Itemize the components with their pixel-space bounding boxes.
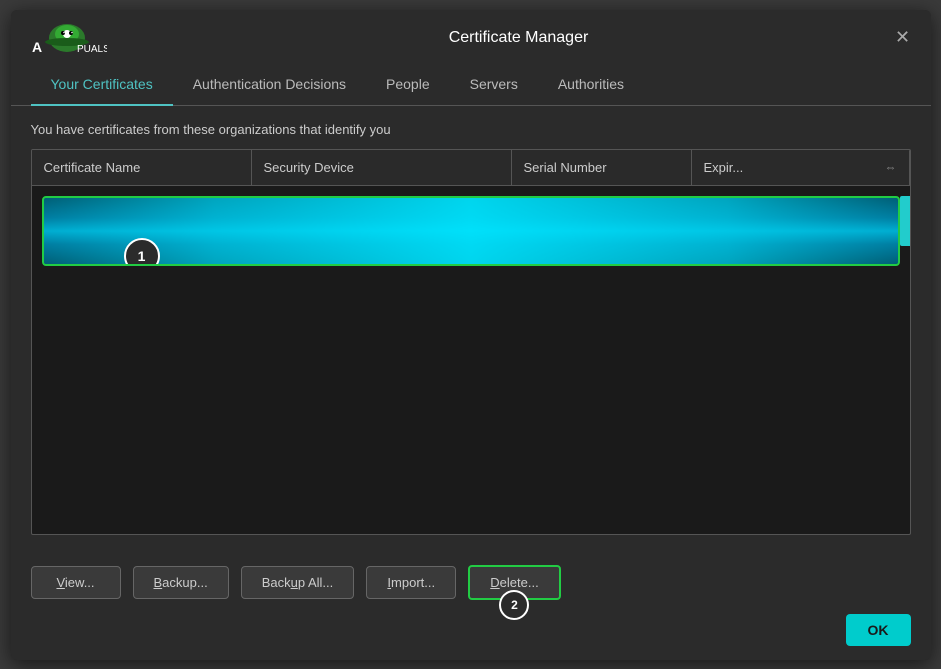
svg-text:A: A — [32, 39, 42, 55]
title-bar-center: Certificate Manager — [449, 29, 589, 47]
table-row[interactable]: 1 — [42, 196, 900, 266]
backup-button[interactable]: Backup... — [133, 566, 229, 599]
ok-btn-container: OK — [11, 614, 931, 660]
description-text: You have certificates from these organiz… — [31, 122, 911, 137]
tabs-container: Your Certificates Authentication Decisio… — [11, 64, 931, 106]
footer-buttons: View... Backup... Backup All... Import..… — [11, 551, 931, 614]
col-resize-icon: ⇔ — [885, 160, 897, 174]
ok-button[interactable]: OK — [846, 614, 911, 646]
table-header: Certificate Name Security Device Serial … — [32, 150, 910, 186]
view-button[interactable]: View... — [31, 566, 121, 599]
backup-all-button[interactable]: Backup All... — [241, 566, 355, 599]
svg-text:PUALS: PUALS — [77, 44, 107, 55]
close-button[interactable]: ✕ — [891, 26, 915, 50]
col-header-serial-number: Serial Number — [512, 150, 692, 185]
certificates-table: Certificate Name Security Device Serial … — [31, 149, 911, 535]
table-body[interactable]: 1 — [32, 186, 910, 534]
col-header-expiry: Expir... ⇔ — [692, 150, 910, 185]
annotation-circle-1: 1 — [124, 238, 160, 266]
import-button[interactable]: Import... — [366, 566, 456, 599]
dialog-title: Certificate Manager — [449, 29, 589, 47]
content-area: You have certificates from these organiz… — [11, 106, 931, 551]
scroll-indicator[interactable] — [900, 196, 910, 246]
tab-authentication-decisions[interactable]: Authentication Decisions — [173, 64, 366, 106]
title-bar: A PUALS Certificate Manager ✕ — [11, 10, 931, 64]
tab-your-certificates[interactable]: Your Certificates — [31, 64, 173, 106]
certificate-manager-dialog: A PUALS Certificate Manager ✕ Your Certi… — [11, 10, 931, 660]
tab-servers[interactable]: Servers — [450, 64, 538, 106]
annotation-circle-2: 2 — [499, 590, 529, 620]
appuals-logo: A PUALS — [27, 20, 107, 56]
tab-authorities[interactable]: Authorities — [538, 64, 644, 106]
col-header-cert-name: Certificate Name — [32, 150, 252, 185]
col-header-security-device: Security Device — [252, 150, 512, 185]
tab-people[interactable]: People — [366, 64, 450, 106]
